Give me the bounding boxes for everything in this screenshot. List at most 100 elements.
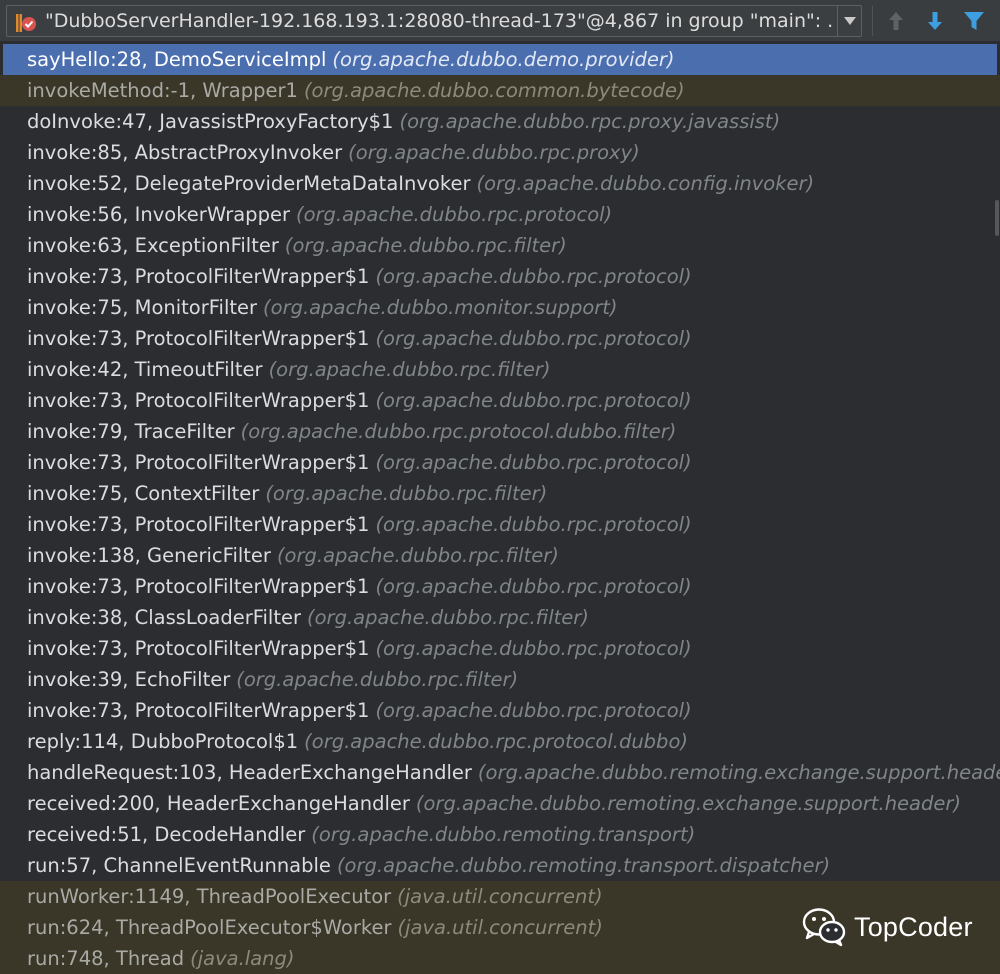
frame-row[interactable]: invoke:73, ProtocolFilterWrapper$1 (org.a… bbox=[0, 571, 1000, 602]
frame-row[interactable]: doInvoke:47, JavassistProxyFactory$1 (org… bbox=[0, 106, 1000, 137]
filter-funnel-icon[interactable] bbox=[961, 6, 987, 36]
frames-toolbar: "DubboServerHandler-192.168.193.1:28080-… bbox=[0, 0, 1000, 42]
frame-package: (org.apache.dubbo.rpc.protocol) bbox=[375, 265, 692, 288]
frame-row[interactable]: invoke:75, ContextFilter (org.apache.dubb… bbox=[0, 478, 1000, 509]
frame-method: doInvoke:47, JavassistProxyFactory$1 bbox=[27, 110, 394, 133]
thread-selector-dropdown[interactable]: "DubboServerHandler-192.168.193.1:28080-… bbox=[6, 5, 862, 37]
frame-package: (org.apache.dubbo.demo.provider) bbox=[332, 48, 675, 71]
frame-package: (org.apache.dubbo.rpc.protocol.dubbo.fil… bbox=[240, 420, 677, 443]
scrollbar-thumb[interactable] bbox=[995, 200, 999, 236]
frame-method: invoke:73, ProtocolFilterWrapper$1 bbox=[27, 327, 370, 350]
frame-method: invoke:73, ProtocolFilterWrapper$1 bbox=[27, 575, 370, 598]
frame-row[interactable]: invoke:75, MonitorFilter (org.apache.dubb… bbox=[0, 292, 1000, 323]
frame-method: runWorker:1149, ThreadPoolExecutor bbox=[27, 885, 392, 908]
frame-row[interactable]: invoke:73, ProtocolFilterWrapper$1 (org.a… bbox=[0, 695, 1000, 726]
triangle-down-icon[interactable] bbox=[838, 6, 861, 36]
frame-package: (org.apache.dubbo.rpc.protocol) bbox=[375, 513, 692, 536]
frame-package: (org.apache.dubbo.remoting.transport.dis… bbox=[336, 854, 831, 877]
frame-row[interactable]: invoke:73, ProtocolFilterWrapper$1 (org.a… bbox=[0, 261, 1000, 292]
frame-row[interactable]: invoke:79, TraceFilter (org.apache.dubbo.… bbox=[0, 416, 1000, 447]
frame-package: (org.apache.dubbo.rpc.protocol) bbox=[295, 203, 613, 226]
frame-package: (org.apache.dubbo.monitor.support) bbox=[263, 296, 618, 319]
frame-method: run:624, ThreadPoolExecutor$Worker bbox=[27, 916, 392, 939]
frame-package: (org.apache.dubbo.remoting.exchange.supp… bbox=[415, 792, 962, 815]
frames-list[interactable]: sayHello:28, DemoServiceImpl (org.apache.… bbox=[0, 44, 1000, 974]
frame-package: (org.apache.dubbo.rpc.filter) bbox=[236, 668, 519, 691]
frame-package: (org.apache.dubbo.rpc.protocol) bbox=[375, 327, 692, 350]
frame-method: received:200, HeaderExchangeHandler bbox=[27, 792, 410, 815]
frame-method: invoke:75, MonitorFilter bbox=[27, 296, 258, 319]
frame-row[interactable]: sayHello:28, DemoServiceImpl (org.apache.… bbox=[3, 44, 997, 75]
frame-row[interactable]: invoke:138, GenericFilter (org.apache.dub… bbox=[0, 540, 1000, 571]
frame-method: invoke:73, ProtocolFilterWrapper$1 bbox=[27, 699, 370, 722]
frame-row[interactable]: invoke:73, ProtocolFilterWrapper$1 (org.a… bbox=[0, 633, 1000, 664]
frame-row[interactable]: invokeMethod:-1, Wrapper1 (org.apache.dub… bbox=[0, 75, 1000, 106]
frame-row[interactable]: invoke:73, ProtocolFilterWrapper$1 (org.a… bbox=[0, 509, 1000, 540]
frame-method: invoke:73, ProtocolFilterWrapper$1 bbox=[27, 451, 370, 474]
frame-method: invoke:73, ProtocolFilterWrapper$1 bbox=[27, 513, 370, 536]
frame-package: (org.apache.dubbo.rpc.proxy.javassist) bbox=[399, 110, 781, 133]
frame-package: (org.apache.dubbo.rpc.protocol) bbox=[375, 699, 692, 722]
frame-package: (org.apache.dubbo.rpc.filter) bbox=[268, 358, 551, 381]
frame-package: (org.apache.dubbo.rpc.filter) bbox=[284, 234, 567, 257]
frame-method: invoke:56, InvokerWrapper bbox=[27, 203, 290, 226]
frame-method: invoke:85, AbstractProxyInvoker bbox=[27, 141, 343, 164]
frame-row[interactable]: received:51, DecodeHandler (org.apache.du… bbox=[0, 819, 1000, 850]
frame-row[interactable]: invoke:73, ProtocolFilterWrapper$1 (org.a… bbox=[0, 385, 1000, 416]
frame-method: handleRequest:103, HeaderExchangeHandler bbox=[27, 761, 472, 784]
frame-package: (org.apache.dubbo.common.bytecode) bbox=[303, 79, 685, 102]
frame-method: invoke:73, ProtocolFilterWrapper$1 bbox=[27, 637, 370, 660]
watermark-text: TopCoder bbox=[854, 911, 973, 942]
frame-row[interactable]: invoke:39, EchoFilter (org.apache.dubbo.r… bbox=[0, 664, 1000, 695]
frame-row[interactable]: invoke:56, InvokerWrapper (org.apache.dub… bbox=[0, 199, 1000, 230]
frame-row[interactable]: handleRequest:103, HeaderExchangeHandler… bbox=[0, 757, 1000, 788]
thread-title: "DubboServerHandler-192.168.193.1:28080-… bbox=[45, 10, 835, 32]
frame-row[interactable]: invoke:73, ProtocolFilterWrapper$1 (org.a… bbox=[0, 447, 1000, 478]
frame-package: (org.apache.dubbo.rpc.protocol.dubbo) bbox=[304, 730, 688, 753]
frame-package: (org.apache.dubbo.rpc.proxy) bbox=[348, 141, 640, 164]
frame-method: invoke:42, TimeoutFilter bbox=[27, 358, 263, 381]
frame-method: run:57, ChannelEventRunnable bbox=[27, 854, 331, 877]
frame-method: invoke:52, DelegateProviderMetaDataInvok… bbox=[27, 172, 471, 195]
frame-method: invoke:73, ProtocolFilterWrapper$1 bbox=[27, 389, 370, 412]
frame-package: (org.apache.dubbo.rpc.filter) bbox=[276, 544, 559, 567]
frame-method: invoke:79, TraceFilter bbox=[27, 420, 235, 443]
frame-method: reply:114, DubboProtocol$1 bbox=[27, 730, 299, 753]
frame-package: (java.util.concurrent) bbox=[397, 916, 603, 939]
arrow-down-icon[interactable] bbox=[922, 6, 948, 36]
frame-package: (org.apache.dubbo.rpc.protocol) bbox=[375, 389, 692, 412]
frame-row[interactable]: invoke:73, ProtocolFilterWrapper$1 (org.a… bbox=[0, 323, 1000, 354]
toolbar-separator bbox=[872, 6, 873, 36]
frame-package: (org.apache.dubbo.remoting.exchange.supp… bbox=[477, 761, 1000, 784]
frame-package: (java.lang) bbox=[190, 947, 295, 970]
frame-method: invoke:73, ProtocolFilterWrapper$1 bbox=[27, 265, 370, 288]
frame-row[interactable]: invoke:85, AbstractProxyInvoker (org.apac… bbox=[0, 137, 1000, 168]
wechat-logo-icon bbox=[802, 907, 846, 947]
frame-row[interactable]: received:200, HeaderExchangeHandler (org.… bbox=[0, 788, 1000, 819]
frame-row[interactable]: invoke:42, TimeoutFilter (org.apache.dubb… bbox=[0, 354, 1000, 385]
frame-method: run:748, Thread bbox=[27, 947, 185, 970]
frame-method: invoke:138, GenericFilter bbox=[27, 544, 271, 567]
frame-package: (org.apache.dubbo.rpc.filter) bbox=[307, 606, 589, 629]
frame-method: sayHello:28, DemoServiceImpl bbox=[27, 48, 327, 71]
frame-method: invoke:75, ContextFilter bbox=[27, 482, 260, 505]
frame-package: (org.apache.dubbo.config.invoker) bbox=[476, 172, 815, 195]
frame-package: (org.apache.dubbo.rpc.filter) bbox=[265, 482, 548, 505]
frame-method: invoke:63, ExceptionFilter bbox=[27, 234, 279, 257]
thread-suspended-icon bbox=[15, 13, 37, 33]
frame-package: (org.apache.dubbo.remoting.transport) bbox=[311, 823, 696, 846]
frame-method: invoke:39, EchoFilter bbox=[27, 668, 231, 691]
frame-method: invoke:38, ClassLoaderFilter bbox=[27, 606, 302, 629]
frame-package: (org.apache.dubbo.rpc.protocol) bbox=[375, 451, 692, 474]
frame-row[interactable]: invoke:63, ExceptionFilter (org.apache.du… bbox=[0, 230, 1000, 261]
frame-method: invokeMethod:-1, Wrapper1 bbox=[27, 79, 298, 102]
frame-package: (java.util.concurrent) bbox=[397, 885, 603, 908]
arrow-up-icon[interactable] bbox=[883, 6, 909, 36]
frame-row[interactable]: run:57, ChannelEventRunnable (org.apache.… bbox=[0, 850, 1000, 881]
frame-row[interactable]: invoke:38, ClassLoaderFilter (org.apache.… bbox=[0, 602, 1000, 633]
frame-row[interactable]: invoke:52, DelegateProviderMetaDataInvok… bbox=[0, 168, 1000, 199]
frame-row[interactable]: reply:114, DubboProtocol$1 (org.apache.du… bbox=[0, 726, 1000, 757]
frame-package: (org.apache.dubbo.rpc.protocol) bbox=[375, 575, 692, 598]
frame-package: (org.apache.dubbo.rpc.protocol) bbox=[375, 637, 692, 660]
frame-method: received:51, DecodeHandler bbox=[27, 823, 306, 846]
